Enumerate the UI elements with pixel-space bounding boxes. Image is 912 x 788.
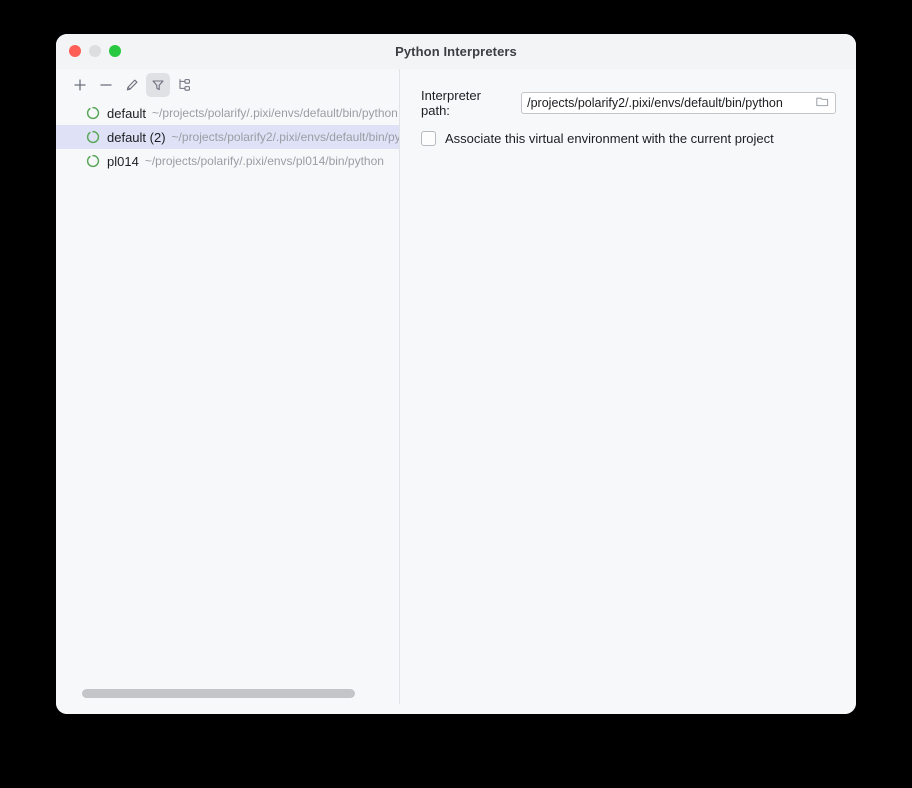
python-env-icon: [86, 154, 100, 168]
window-title: Python Interpreters: [395, 44, 517, 59]
plus-icon: [72, 77, 88, 93]
list-item[interactable]: default ~/projects/polarify/.pixi/envs/d…: [56, 101, 399, 125]
dialog-footer: Cancel Apply OK: [56, 704, 856, 714]
python-env-icon: [86, 106, 100, 120]
pencil-icon: [124, 77, 140, 93]
zoom-window-button[interactable]: [109, 45, 121, 57]
list-item-name: pl014: [107, 153, 139, 169]
horizontal-scrollbar[interactable]: [56, 689, 399, 698]
associate-project-checkbox[interactable]: [421, 131, 436, 146]
interpreter-list[interactable]: default ~/projects/polarify/.pixi/envs/d…: [56, 101, 399, 704]
interpreter-path-value: /projects/polarify2/.pixi/envs/default/b…: [527, 96, 783, 110]
list-item-path: ~/projects/polarify/.pixi/envs/pl014/bin…: [144, 154, 384, 168]
list-item[interactable]: pl014 ~/projects/polarify/.pixi/envs/pl0…: [56, 149, 399, 173]
title-bar: Python Interpreters: [56, 34, 856, 69]
interpreter-list-panel: default ~/projects/polarify/.pixi/envs/d…: [56, 69, 400, 704]
filter-button[interactable]: [146, 73, 170, 97]
interpreter-details-panel: Interpreter path: /projects/polarify2/.p…: [400, 69, 856, 704]
tree-icon: [176, 77, 192, 93]
minimize-window-button[interactable]: [89, 45, 101, 57]
list-item-name: default (2): [107, 129, 166, 145]
list-item-path: ~/projects/polarify/.pixi/envs/default/b…: [152, 106, 398, 120]
list-toolbar: [56, 69, 399, 101]
list-item-name: default: [107, 105, 147, 121]
list-item[interactable]: default (2) ~/projects/polarify2/.pixi/e…: [56, 125, 399, 149]
traffic-light-group: [69, 45, 121, 57]
associate-project-row[interactable]: Associate this virtual environment with …: [421, 131, 836, 146]
interpreter-path-input[interactable]: /projects/polarify2/.pixi/envs/default/b…: [521, 92, 836, 114]
add-interpreter-button[interactable]: [68, 73, 92, 97]
python-interpreters-dialog: Python Interpreters default ~/projects/p…: [56, 34, 856, 714]
folder-icon: [815, 94, 830, 114]
remove-interpreter-button[interactable]: [94, 73, 118, 97]
group-by-button[interactable]: [172, 73, 196, 97]
python-env-icon: [86, 130, 100, 144]
browse-folder-button[interactable]: [814, 95, 831, 112]
interpreter-path-label: Interpreter path:: [421, 88, 481, 118]
horizontal-scrollbar-thumb[interactable]: [82, 689, 355, 698]
close-window-button[interactable]: [69, 45, 81, 57]
edit-interpreter-button[interactable]: [120, 73, 144, 97]
interpreter-path-row: Interpreter path: /projects/polarify2/.p…: [421, 88, 836, 118]
minus-icon: [98, 77, 114, 93]
dialog-body: default ~/projects/polarify/.pixi/envs/d…: [56, 69, 856, 704]
list-item-path: ~/projects/polarify2/.pixi/envs/default/…: [171, 130, 399, 144]
filter-icon: [150, 77, 166, 93]
associate-project-label: Associate this virtual environment with …: [445, 131, 774, 146]
